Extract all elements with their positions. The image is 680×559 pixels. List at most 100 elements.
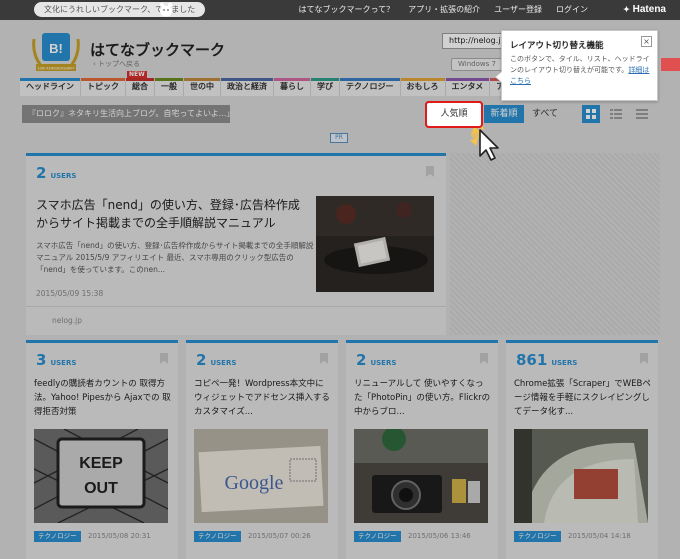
layout-switch-tooltip: レイアウト切り替え機能 × このボタンで、タイル、リスト、ヘッドラインのレイアウ… [495, 30, 658, 101]
out-sign-text: OUT [84, 480, 118, 497]
entry-title[interactable]: リニューアルして 使いやすくなった「PhotoPin」の使い方。Flickrの … [354, 377, 492, 419]
entry-title[interactable]: コピペ一発！Wordpress本文中にウィジェットでアドセンス挿入するカスタマイ… [194, 377, 332, 419]
tooltip-title: レイアウト切り替え機能 [510, 41, 604, 51]
divider [26, 306, 446, 307]
headline-view-icon[interactable] [633, 105, 651, 123]
nav-item-label: トピック [87, 82, 119, 91]
bookmark-icon[interactable] [160, 353, 168, 364]
nav-color-bar [184, 78, 220, 81]
keep-sign-text: KEEP [79, 455, 123, 472]
os-chip: Windows 7 [451, 58, 503, 71]
nav-item-label: 暮らし [280, 82, 304, 91]
category-tag[interactable]: テクノロジー [514, 531, 561, 542]
about-link[interactable]: はてなブックマークって？ [299, 0, 395, 20]
badge-caption: 10th ANNIVERSARY [37, 66, 75, 71]
nav-item[interactable]: トピック NEW [81, 71, 147, 96]
category-nav: ヘッドライン トピック NEW 総合 一般 世の中 政治と経済 暮らし 学び テクノロジー おもしろ… [20, 71, 544, 96]
entry-card[interactable]: 2 USERS リニューアルして 使いやすくなった「PhotoPin」の使い方。F… [346, 340, 498, 559]
nav-item-label: ヘッドライン [26, 82, 74, 91]
nav-item[interactable]: エンタメ [445, 78, 491, 96]
partial-header-chip [661, 58, 680, 71]
entry-title[interactable]: スマホ広告「nend」の使い方、登録･広告枠作成からサイト掲載までの全手順解説マ… [36, 196, 311, 232]
nav-item[interactable]: 学び [311, 78, 340, 96]
nav-item[interactable]: 総合 [126, 78, 155, 96]
nav-item-label: 政治と経済 [227, 82, 267, 91]
entry-thumbnail[interactable]: KEEP OUT [34, 429, 168, 523]
users-count[interactable]: 2 USERS [36, 164, 76, 182]
nav-item[interactable]: おもしろ [400, 78, 446, 96]
entry-date: 2015/05/07 00:26 [248, 532, 311, 540]
nav-item-label: 一般 [161, 82, 177, 91]
entry-card[interactable]: 861 USERS Chrome拡張「Scraper」でWEBページ情報を手軽にス… [506, 340, 658, 559]
nav-color-bar [155, 78, 183, 81]
tooltip-caret-inner [496, 71, 503, 83]
nav-color-bar [81, 78, 125, 81]
badge-text: B! [49, 41, 63, 56]
anniversary-badge-logo[interactable]: B! 10th ANNIVERSARY [30, 29, 82, 77]
entry-description: スマホ広告「nend」の使い方、登録･広告枠作成からサイト掲載までの全手順解説マ… [36, 241, 314, 274]
nav-item[interactable]: 暮らし [274, 78, 311, 96]
list-view-icon[interactable] [607, 105, 625, 123]
entry-date: 2015/05/06 13:46 [408, 532, 471, 540]
entry-date: 2015/05/09 15:38 [36, 289, 104, 298]
users-count[interactable]: 3 USERS [36, 351, 76, 369]
entry-card[interactable]: 2 USERS コピペ一発！Wordpress本文中にウィジェットでアドセンス挿入… [186, 340, 338, 559]
featured-entry-card[interactable]: 2 USERS スマホ広告「nend」の使い方、登録･広告枠作成からサイト掲載まで… [26, 153, 446, 335]
apps-link[interactable]: アプリ・拡張の紹介 [408, 0, 480, 20]
back-to-top-link[interactable]: ‹ トップへ戻る [93, 59, 140, 69]
login-link[interactable]: ログイン [556, 0, 588, 20]
nav-item[interactable]: テクノロジー [340, 78, 401, 96]
google-card-text: Google [225, 472, 284, 494]
tile-view-icon[interactable] [582, 105, 600, 123]
nav-item[interactable]: 一般 [155, 78, 184, 96]
sort-popular-button-highlight[interactable]: 人気順 [425, 101, 483, 128]
nav-item-label: エンタメ [451, 82, 484, 91]
users-count[interactable]: 2 USERS [196, 351, 236, 369]
site-breadcrumb[interactable]: 『ロロク』ネタキリ生活向上ブログ。自宅ってよいよ...」 [22, 105, 230, 123]
bookmark-icon[interactable] [480, 353, 488, 364]
entry-title[interactable]: Chrome拡張「Scraper」でWEBページ情報を手軽にスクレイピングしてデ… [514, 377, 652, 419]
entry-date: 2015/05/08 20:31 [88, 532, 151, 540]
users-count[interactable]: 861 USERS [516, 351, 577, 369]
entry-title[interactable]: feedlyの購読者カウントの 取得方法。Yahoo! Pipesから Ajax… [34, 377, 172, 419]
nav-color-bar [340, 78, 400, 81]
category-tag[interactable]: テクノロジー [194, 531, 241, 542]
nav-color-bar [126, 78, 154, 81]
entry-thumbnail[interactable]: Google [194, 429, 328, 523]
nav-item[interactable]: ヘッドライン [20, 78, 81, 96]
entry-thumbnail[interactable] [514, 429, 648, 523]
nav-color-bar [221, 78, 273, 81]
nav-color-bar [20, 78, 80, 81]
sort-all-button[interactable]: すべて [530, 105, 560, 123]
bookmark-icon[interactable] [320, 353, 328, 364]
ad-placeholder [450, 153, 660, 335]
nav-color-bar [274, 78, 310, 81]
users-count[interactable]: 2 USERS [356, 351, 396, 369]
entry-date: 2015/05/04 14:18 [568, 532, 631, 540]
nav-item-label: 総合 [132, 82, 148, 91]
nav-item-label: おもしろ [406, 82, 439, 91]
register-link[interactable]: ユーザー登録 [494, 0, 542, 20]
category-tag[interactable]: テクノロジー [354, 531, 401, 542]
hatena-bear-icon [159, 2, 173, 17]
url-input[interactable]: http://nelog.jp/ [442, 33, 502, 49]
category-tag[interactable]: テクノロジー [34, 531, 81, 542]
global-header: 文化にうれしいブックマーク、できました はてなブックマークって？ アプリ・拡張の… [0, 0, 680, 20]
nav-color-bar [445, 78, 490, 81]
nav-item[interactable]: 世の中 [184, 78, 221, 96]
entry-card[interactable]: 3 USERS feedlyの購読者カウントの 取得方法。Yahoo! Pipes… [26, 340, 178, 559]
hatena-logo[interactable]: ✦ Hatena [623, 0, 666, 20]
nav-item-label: 世の中 [190, 82, 214, 91]
entry-thumbnail[interactable] [354, 429, 488, 523]
bookmark-icon[interactable] [426, 166, 434, 177]
tooltip-body: このボタンで、タイル、リスト、ヘッドラインのレイアウト切り替えが可能です。詳細は… [510, 55, 650, 85]
bookmark-icon[interactable] [640, 353, 648, 364]
entry-domain[interactable]: nelog.jp [52, 316, 82, 325]
nav-color-bar [311, 78, 339, 81]
site-title[interactable]: はてなブックマーク [90, 39, 225, 60]
tagline-pill: 文化にうれしいブックマーク、できました [34, 2, 206, 17]
entry-thumbnail[interactable] [316, 196, 434, 292]
close-icon[interactable]: × [641, 36, 652, 47]
nav-item[interactable]: 政治と経済 [221, 78, 274, 96]
pr-badge: PR [330, 133, 348, 143]
